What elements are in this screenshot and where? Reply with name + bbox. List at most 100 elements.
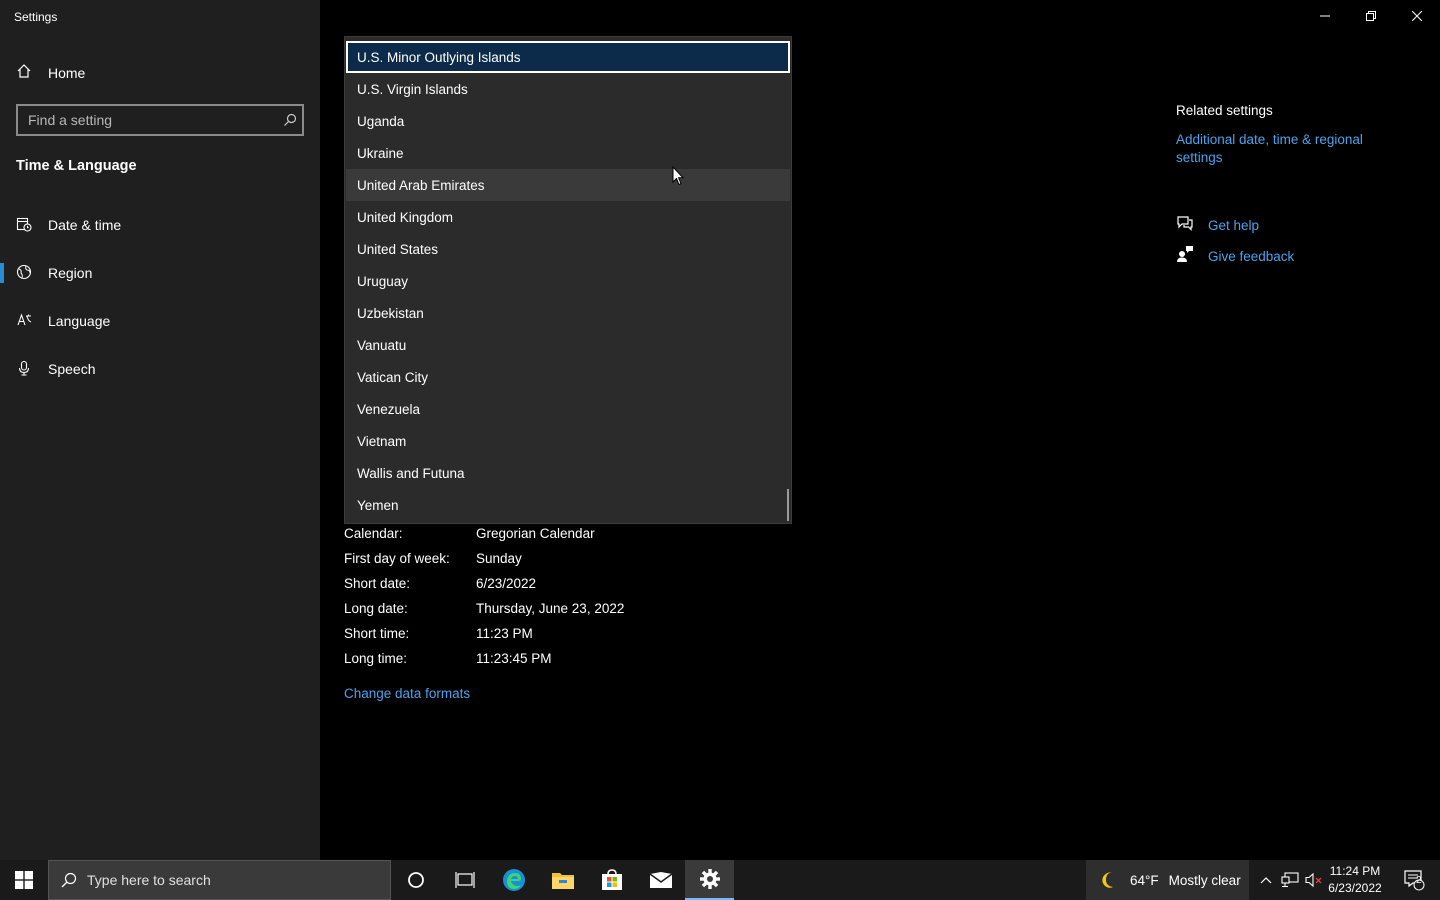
weather-condition: Mostly clear: [1168, 872, 1241, 888]
feedback-person-icon: [1176, 245, 1194, 268]
app-title: Settings: [14, 10, 58, 24]
taskbar-search[interactable]: Type here to search: [48, 860, 391, 900]
dropdown-option[interactable]: U.S. Minor Outlying Islands: [346, 41, 790, 73]
dropdown-option[interactable]: Vietnam: [346, 425, 790, 457]
globe-icon: [16, 264, 32, 283]
dropdown-option[interactable]: United Arab Emirates: [346, 169, 790, 201]
task-view-icon: [454, 872, 475, 888]
sidebar-item-date-time[interactable]: Date & time: [0, 205, 320, 245]
task-view-button[interactable]: [440, 860, 489, 900]
restore-button[interactable]: [1348, 0, 1394, 32]
volume-muted-icon: [1305, 872, 1322, 888]
show-hidden-icons-button[interactable]: [1254, 876, 1278, 884]
search-icon[interactable]: [278, 113, 302, 127]
file-explorer-button[interactable]: [538, 860, 587, 900]
weather-widget[interactable]: 64°F Mostly clear: [1086, 860, 1249, 900]
format-value: 11:23 PM: [476, 626, 533, 641]
format-key: Short time:: [344, 626, 410, 641]
moon-icon: [1102, 872, 1113, 888]
notification-count: 2: [1416, 875, 1422, 886]
sidebar-item-language[interactable]: Language: [0, 301, 320, 341]
nav-home[interactable]: Home: [0, 56, 320, 90]
format-key: Calendar:: [344, 526, 403, 541]
dropdown-option[interactable]: United Kingdom: [346, 201, 790, 233]
format-key: Short date:: [344, 576, 411, 591]
windows-logo-icon: [15, 871, 33, 889]
store-bag-icon: [601, 869, 622, 890]
sidebar-item-label: Date & time: [48, 217, 122, 233]
dropdown-option[interactable]: Yemen: [346, 489, 790, 521]
close-icon: [1412, 11, 1422, 21]
minimize-button[interactable]: [1302, 0, 1348, 32]
folder-icon: [551, 873, 574, 889]
format-key: Long time:: [344, 651, 408, 666]
sidebar-item-region[interactable]: Region: [0, 253, 320, 293]
dropdown-option[interactable]: Uruguay: [346, 265, 790, 297]
format-key: Long date:: [344, 601, 408, 616]
dropdown-option[interactable]: Wallis and Futuna: [346, 457, 790, 489]
settings-taskbar-button[interactable]: [685, 860, 734, 900]
window-controls: [1302, 0, 1440, 32]
change-data-formats-link[interactable]: Change data formats: [344, 686, 470, 701]
action-center-button[interactable]: 2: [1394, 860, 1434, 900]
system-tray: [1254, 860, 1326, 900]
sidebar-item-speech[interactable]: Speech: [0, 349, 320, 389]
chevron-up-icon: [1260, 877, 1272, 884]
cortana-button[interactable]: [391, 860, 440, 900]
dropdown-scrollbar[interactable]: [787, 489, 789, 521]
sidebar-item-label: Region: [48, 265, 93, 281]
edge-browser-button[interactable]: [489, 860, 538, 900]
taskbar-clock[interactable]: 11:24 PM 6/23/2022: [1322, 863, 1388, 897]
sidebar-item-label: Language: [48, 313, 111, 329]
close-button[interactable]: [1394, 0, 1440, 32]
calendar-clock-icon: [16, 216, 32, 235]
mail-icon: [649, 872, 672, 888]
get-help-row[interactable]: Get help: [1176, 214, 1259, 237]
sidebar-item-label: Speech: [48, 361, 96, 377]
dropdown-option[interactable]: Venezuela: [346, 393, 790, 425]
mouse-cursor-icon: [672, 165, 685, 191]
format-value: Sunday: [476, 551, 522, 566]
dropdown-option[interactable]: United States: [346, 233, 790, 265]
cortana-icon: [407, 872, 424, 888]
restore-icon: [1366, 11, 1376, 21]
home-icon: [16, 63, 32, 84]
dropdown-option[interactable]: Ukraine: [346, 137, 790, 169]
dropdown-option[interactable]: Uganda: [346, 105, 790, 137]
additional-settings-link[interactable]: Additional date, time & regional setting…: [1176, 131, 1396, 167]
settings-window: Settings Home Time & Language Date & tim…: [0, 0, 1440, 900]
help-chat-icon: [1176, 214, 1194, 237]
dropdown-option[interactable]: Uzbekistan: [346, 297, 790, 329]
get-help-link[interactable]: Get help: [1208, 218, 1259, 233]
format-value: 6/23/2022: [476, 576, 537, 591]
related-settings-title: Related settings: [1176, 103, 1273, 118]
taskbar: Type here to search 64°F Mostly clear 11…: [0, 860, 1440, 900]
format-value: 11:23:45 PM: [476, 651, 552, 666]
format-key: First day of week:: [344, 551, 450, 566]
start-button[interactable]: [0, 860, 48, 900]
give-feedback-row[interactable]: Give feedback: [1176, 245, 1294, 268]
network-button[interactable]: [1278, 872, 1302, 888]
find-setting-search[interactable]: [16, 104, 304, 136]
network-icon: [1281, 872, 1299, 888]
country-dropdown-list[interactable]: U.S. Minor Outlying Islands U.S. Virgin …: [344, 36, 792, 524]
minimize-icon: [1320, 15, 1330, 17]
sidebar: Settings Home Time & Language Date & tim…: [0, 0, 320, 860]
find-setting-input[interactable]: [18, 112, 278, 128]
give-feedback-link[interactable]: Give feedback: [1208, 249, 1294, 264]
search-icon: [61, 872, 77, 888]
microphone-icon: [16, 360, 32, 379]
microsoft-store-button[interactable]: [587, 860, 636, 900]
edge-icon: [502, 869, 525, 891]
dropdown-option[interactable]: Vatican City: [346, 361, 790, 393]
gear-icon: [699, 869, 720, 889]
taskbar-search-placeholder: Type here to search: [87, 872, 211, 888]
clock-time: 11:24 PM: [1329, 864, 1381, 878]
dropdown-option[interactable]: U.S. Virgin Islands: [346, 73, 790, 105]
weather-temperature: 64°F: [1130, 872, 1159, 888]
dropdown-option[interactable]: Vanuatu: [346, 329, 790, 361]
section-title: Time & Language: [16, 158, 137, 174]
mail-button[interactable]: [636, 860, 685, 900]
language-icon: [16, 312, 32, 331]
format-value: Gregorian Calendar: [476, 526, 595, 541]
